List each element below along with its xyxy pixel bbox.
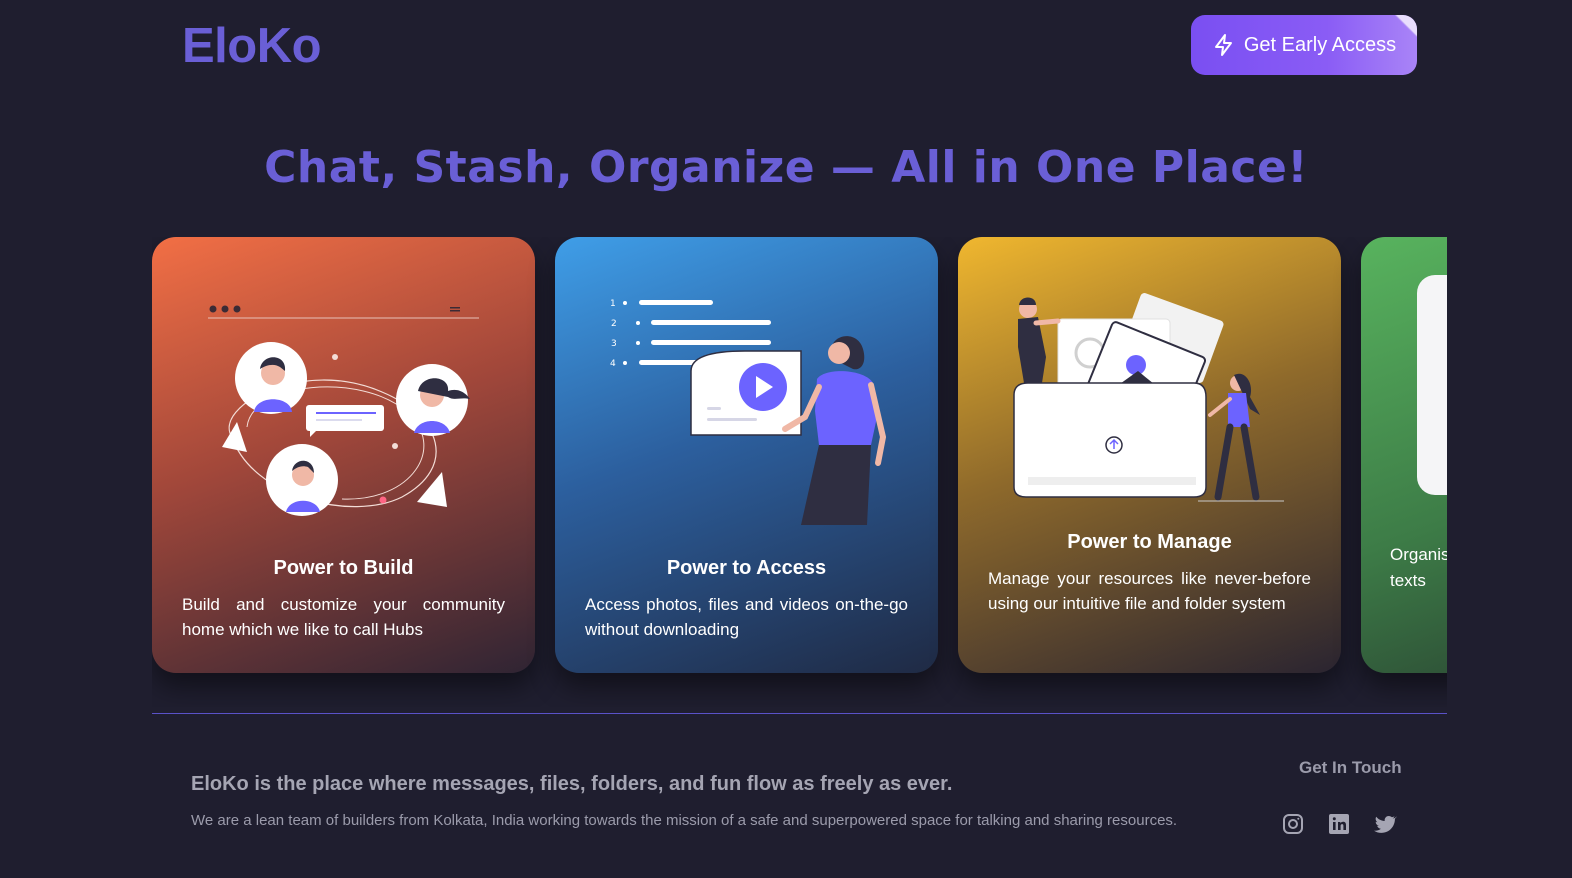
list-number: 1: [610, 299, 616, 309]
card-description: Access photos, files and videos on-the-g…: [585, 595, 908, 639]
instagram-icon: [1283, 814, 1303, 834]
card-description: Manage your resources like never-before …: [988, 569, 1311, 613]
get-in-touch-heading: Get In Touch: [1299, 758, 1402, 777]
list-number: 2: [611, 319, 617, 329]
twitter-link[interactable]: [1373, 812, 1397, 836]
card-title: Power to Manage: [1067, 531, 1232, 553]
twitter-icon: [1374, 815, 1397, 833]
feature-card-access[interactable]: 1 2 3 4 Power to Access Access photos, f…: [555, 237, 938, 673]
get-early-access-button[interactable]: Get Early Access: [1191, 15, 1417, 75]
landing-page: EloKo Get Early Access Chat, Stash, Orga…: [0, 0, 1572, 878]
section-divider: [152, 713, 1447, 714]
cta-label: Get Early Access: [1243, 33, 1397, 56]
linkedin-link[interactable]: [1327, 812, 1351, 836]
card-title: Power to Build: [273, 557, 414, 579]
linkedin-icon: [1329, 814, 1349, 834]
card-description: Build and customize your community home …: [182, 595, 505, 639]
instagram-link[interactable]: [1281, 812, 1305, 836]
list-number: 4: [610, 359, 616, 369]
brand-logo[interactable]: EloKo: [182, 18, 322, 74]
feature-card-manage[interactable]: Power to Manage Manage your resources li…: [958, 237, 1341, 673]
page-curl-decoration: [1395, 15, 1417, 37]
phone-illustration: [1417, 275, 1447, 495]
file-folder-illustration: [1013, 293, 1284, 502]
media-access-illustration: 1 2 3 4: [610, 299, 887, 525]
feature-carousel[interactable]: Power to Build Build and customize your …: [152, 237, 1447, 707]
feature-card-build[interactable]: Power to Build Build and customize your …: [152, 237, 535, 673]
feature-card-organise[interactable]: Organis chat in ideas d texts: [1361, 237, 1447, 673]
footer-tagline: EloKo is the place where messages, files…: [191, 773, 953, 795]
footer-about-text: We are a lean team of builders from Kolk…: [191, 812, 1178, 829]
hero-title: Chat, Stash, Organize — All in One Place…: [264, 142, 1308, 193]
list-number: 3: [611, 339, 617, 349]
card-title: Power to Access: [666, 557, 827, 579]
card-description: Organis chat in ideas d texts: [1390, 545, 1447, 590]
lightning-icon: [1214, 34, 1232, 56]
social-links: [1281, 812, 1397, 836]
community-hub-illustration: [208, 305, 479, 516]
